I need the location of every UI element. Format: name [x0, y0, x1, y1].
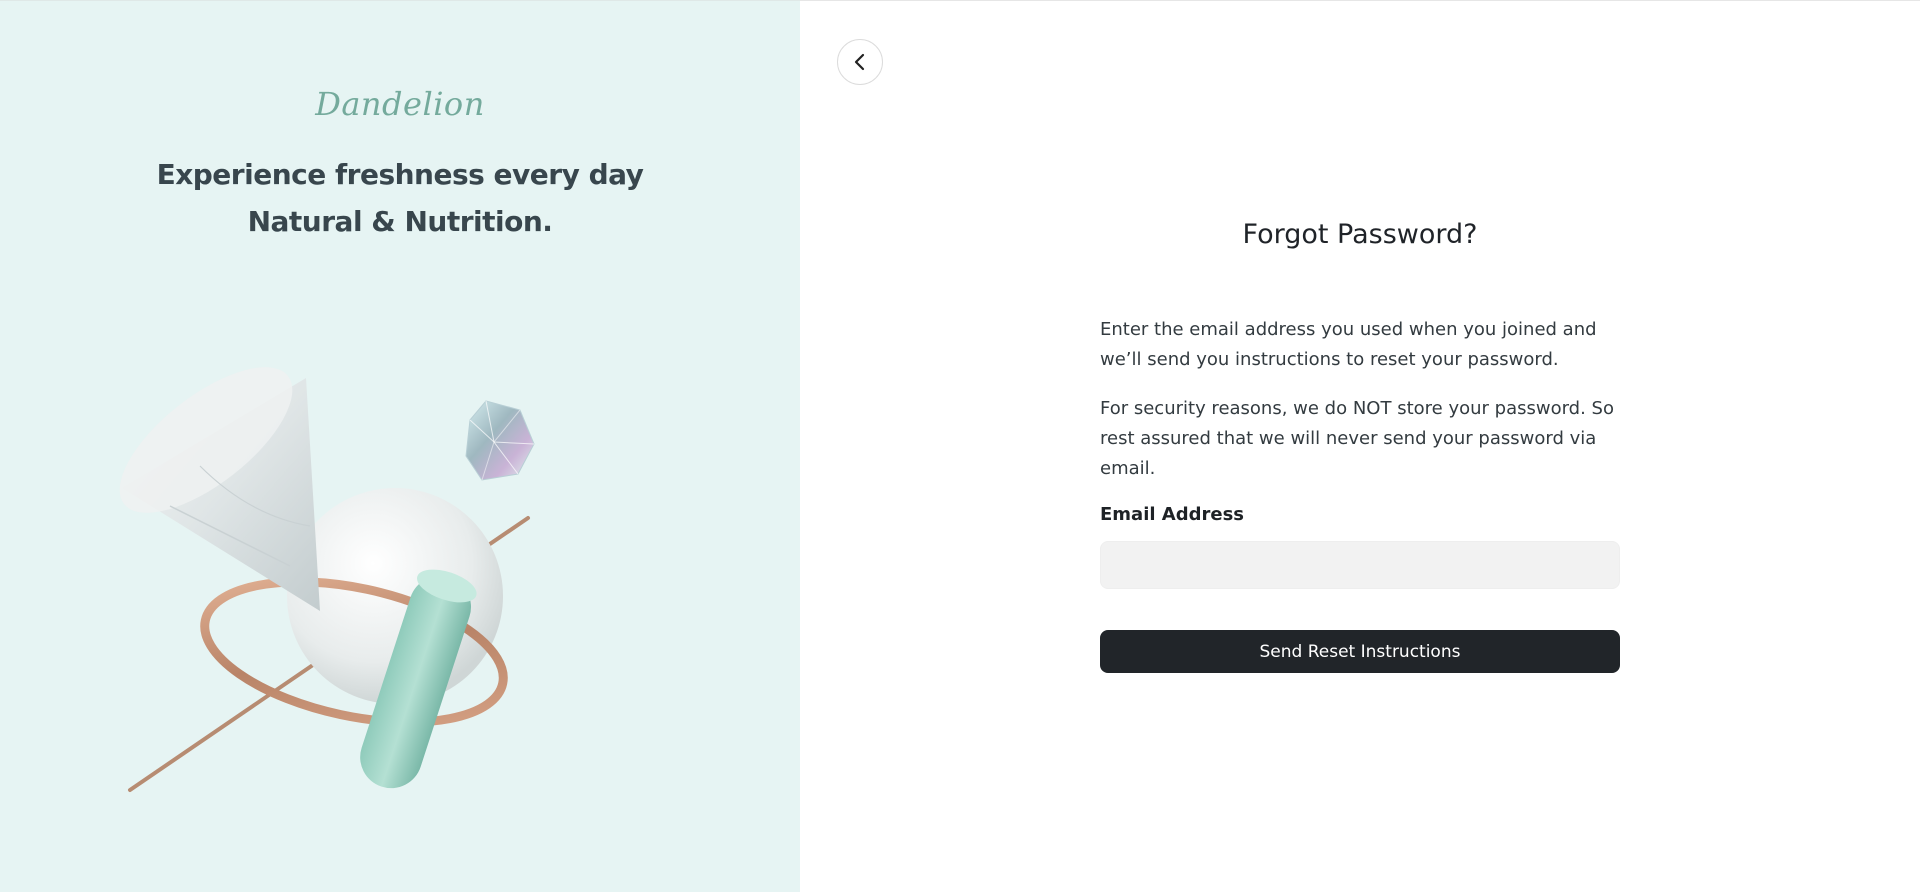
back-button[interactable] [837, 39, 883, 85]
brand-tagline: Experience freshness every day Natural &… [0, 151, 800, 245]
security-notice-text: For security reasons, we do NOT store yo… [1100, 398, 1614, 479]
page-title: Forgot Password? [1242, 219, 1478, 250]
tagline-line-1: Experience freshness every day [156, 158, 644, 191]
brand-panel: Dandelion Experience freshness every day… [0, 0, 800, 892]
forgot-password-page: Dandelion Experience freshness every day… [0, 0, 1920, 892]
chevron-left-icon [854, 53, 865, 71]
send-reset-instructions-button[interactable]: Send Reset Instructions [1100, 630, 1620, 673]
decorative-illustration [119, 367, 535, 792]
email-label: Email Address [1100, 504, 1245, 525]
email-field[interactable] [1100, 541, 1620, 589]
form-panel: Forgot Password? Enter the email address… [800, 0, 1920, 892]
brand-logo: Dandelion [315, 85, 485, 123]
instructions-text: Enter the email address you used when yo… [1100, 319, 1597, 370]
tagline-line-2: Natural & Nutrition. [247, 205, 553, 238]
reset-form: Enter the email address you used when yo… [1100, 315, 1620, 673]
